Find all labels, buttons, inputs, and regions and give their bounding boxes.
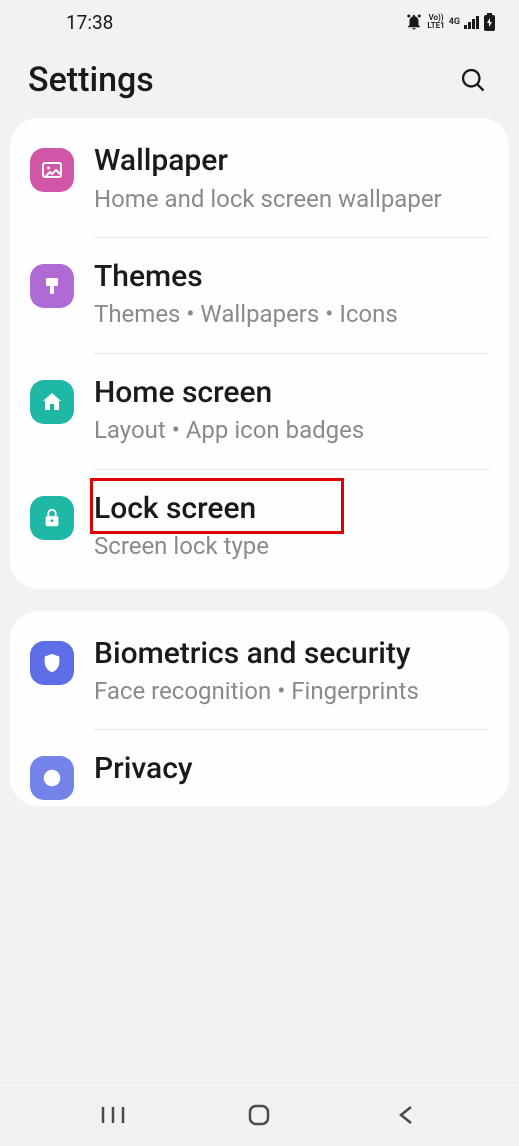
- image-icon: [30, 148, 74, 192]
- item-title: Themes: [94, 260, 489, 295]
- item-title: Wallpaper: [94, 144, 489, 179]
- back-button[interactable]: [366, 1095, 446, 1135]
- item-sub: Screen lock type: [94, 530, 489, 562]
- settings-item-biometrics[interactable]: Biometrics and security Face recognition…: [10, 615, 509, 730]
- item-sub: Home and lock screen wallpaper: [94, 183, 489, 215]
- volte-icon: Vo)) LTE1: [427, 14, 444, 30]
- settings-group: Biometrics and security Face recognition…: [10, 611, 509, 807]
- recents-button[interactable]: [73, 1095, 153, 1135]
- battery-icon: [484, 13, 495, 31]
- signal-bars-icon: [464, 15, 480, 29]
- privacy-icon: [30, 756, 74, 800]
- signal-type-icon: 4G: [449, 18, 460, 27]
- recents-icon: [101, 1105, 125, 1125]
- shield-icon: [30, 641, 74, 685]
- search-icon: [459, 66, 487, 94]
- settings-item-wallpaper[interactable]: Wallpaper Home and lock screen wallpaper: [10, 122, 509, 237]
- home-icon: [30, 380, 74, 424]
- settings-item-lock-screen[interactable]: Lock screen Screen lock type: [10, 470, 509, 585]
- header: Settings: [0, 36, 519, 118]
- back-icon: [397, 1103, 415, 1127]
- search-button[interactable]: [455, 62, 491, 98]
- page-title: Settings: [28, 60, 154, 100]
- item-title: Biometrics and security: [94, 637, 489, 672]
- lock-icon: [30, 496, 74, 540]
- item-title: Home screen: [94, 376, 489, 411]
- item-sub: Layout • App icon badges: [94, 414, 489, 446]
- settings-group: Wallpaper Home and lock screen wallpaper…: [10, 118, 509, 589]
- item-title: Lock screen: [94, 492, 489, 527]
- brush-icon: [30, 264, 74, 308]
- settings-item-themes[interactable]: Themes Themes • Wallpapers • Icons: [10, 238, 509, 353]
- status-right: Vo)) LTE1 4G: [405, 13, 495, 31]
- settings-list: Wallpaper Home and lock screen wallpaper…: [0, 118, 519, 806]
- item-sub: Face recognition • Fingerprints: [94, 675, 489, 707]
- alarm-icon: [405, 13, 423, 31]
- status-bar: 17:38 Vo)) LTE1 4G: [0, 0, 519, 36]
- item-sub: Themes • Wallpapers • Icons: [94, 298, 489, 330]
- settings-item-privacy[interactable]: Privacy: [10, 730, 509, 806]
- status-time: 17:38: [66, 11, 113, 34]
- fade-overlay: [0, 1062, 519, 1082]
- home-button[interactable]: [219, 1095, 299, 1135]
- settings-item-home-screen[interactable]: Home screen Layout • App icon badges: [10, 354, 509, 469]
- item-title: Privacy: [94, 752, 489, 787]
- navigation-bar: [0, 1082, 519, 1146]
- home-nav-icon: [247, 1103, 271, 1127]
